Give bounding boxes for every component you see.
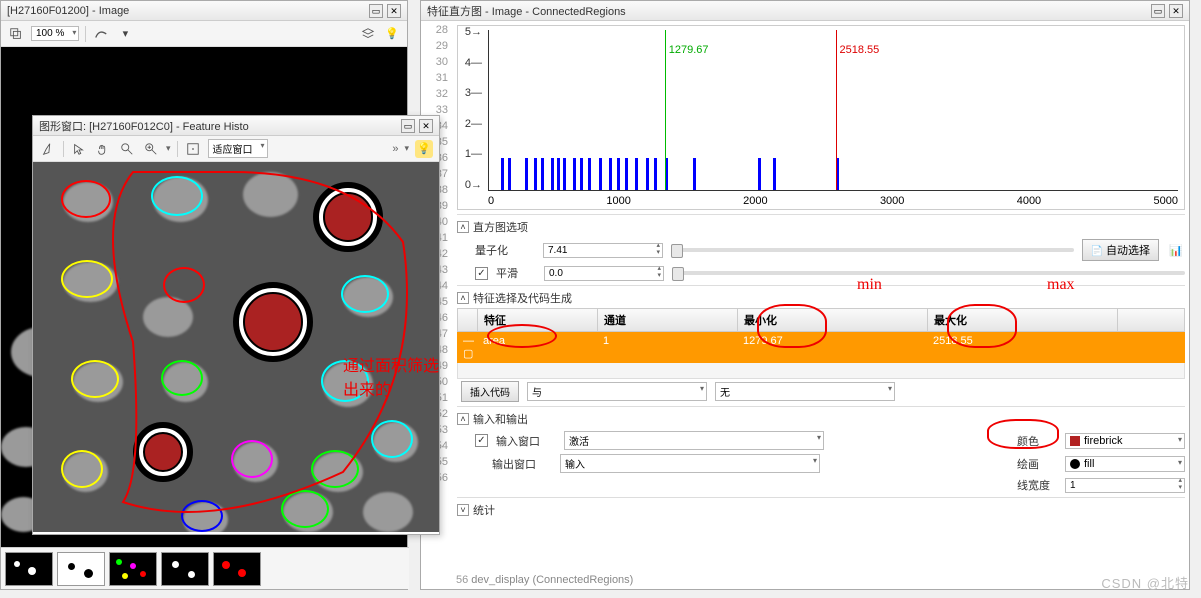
feature-histo-window: 图形窗口: [H27160F012C0] - Feature Histo ▭ ✕… [32,115,440,535]
fit-icon[interactable] [184,140,202,158]
smooth-spinner[interactable]: 0.0 [544,266,664,281]
broom-icon[interactable] [39,140,57,158]
histo-titlebar[interactable]: 图形窗口: [H27160F012C0] - Feature Histo ▭ ✕ [33,116,439,136]
output-dropdown[interactable]: 输入 [560,454,820,473]
zoom-in-icon[interactable] [142,140,160,158]
smooth-label: 平滑 [496,265,536,281]
bulb-icon[interactable]: 💡 [415,140,433,158]
close-icon[interactable]: ✕ [1169,4,1183,18]
none-dropdown[interactable]: 无 [715,382,895,401]
y-axis: 5→4—3—2—1—0→ [462,26,482,191]
chevron-down-icon[interactable]: ▾ [116,25,134,43]
bulb-icon[interactable]: 💡 [383,25,401,43]
more-icon[interactable]: » [392,143,398,155]
pointer-icon[interactable] [70,140,88,158]
watermark: CSDN @北特 [1101,573,1189,592]
insert-code-button[interactable]: 插入代码 [461,381,519,402]
magnify-icon[interactable] [118,140,136,158]
thumbnail-strip [1,547,409,589]
close-icon[interactable]: ✕ [387,4,401,18]
code-line: 56 dev_display (ConnectedRegions) [456,573,633,586]
quantize-label: 量子化 [475,242,535,258]
histo-toolbar: ▾ 适应窗口 » ▾ 💡 [33,136,439,162]
linewidth-spinner[interactable]: 1 [1065,478,1185,493]
collapse-button[interactable]: ˄ [457,292,469,304]
collapse-button[interactable]: ˅ [457,504,469,516]
minimize-icon[interactable]: ▭ [369,4,383,18]
quantize-slider[interactable] [671,248,1074,252]
input-window-checkbox[interactable]: ✓ [475,434,488,447]
draw-label: 绘画 [1017,456,1057,472]
feature-table-row[interactable]: —▢ area 1 1279.67 2518.55 [457,332,1185,363]
histo-image[interactable]: 通过面积筛选出来的 [33,162,439,532]
hand-icon[interactable] [94,140,112,158]
stack-icon[interactable] [359,25,377,43]
section-label: 输入和输出 [473,411,528,427]
feature-histogram-panel: 特征直方图 - Image - ConnectedRegions ▭ ✕ 5→4… [420,0,1190,590]
right-titlebar[interactable]: 特征直方图 - Image - ConnectedRegions ▭ ✕ [421,1,1189,21]
thumbnail[interactable] [213,552,261,586]
collapse-button[interactable]: ˄ [457,221,469,233]
minimize-icon[interactable]: ▭ [1151,4,1165,18]
layers-icon[interactable] [7,25,25,43]
quantize-spinner[interactable]: 7.41 [543,243,663,258]
auto-select-button[interactable]: 📄 自动选择 [1082,239,1159,261]
x-axis: 010002000300040005000 [488,195,1178,207]
logic-dropdown[interactable]: 与 [527,382,707,401]
separator [85,26,86,42]
red-selection-path [33,162,439,532]
thumbnail[interactable] [161,552,209,586]
color-dropdown[interactable]: firebrick [1065,433,1185,449]
close-icon[interactable]: ✕ [419,119,433,133]
feature-table-header: 特征 通道 最小化 最大化 [457,308,1185,332]
fit-dropdown[interactable]: 适应窗口 [208,139,268,158]
thumbnail[interactable] [109,552,157,586]
chart-icon[interactable]: 📊 [1167,241,1185,259]
histogram-chart[interactable]: 5→4—3—2—1—0→ 1279.672518.55 010002000300… [457,25,1185,210]
thumbnail[interactable] [57,552,105,586]
smooth-slider[interactable] [672,271,1185,275]
thumbnail[interactable] [5,552,53,586]
linewidth-label: 线宽度 [1017,477,1057,493]
image-window-title: [H27160F01200] - Image [7,5,365,17]
section-label: 统计 [473,502,495,518]
minimize-icon[interactable]: ▭ [401,119,415,133]
activate-dropdown[interactable]: 激活 [564,431,824,450]
section-label: 直方图选项 [473,219,528,235]
histo-title: 图形窗口: [H27160F012C0] - Feature Histo [39,118,397,134]
color-label: 颜色 [1017,433,1057,449]
image-toolbar: 100 % ▾ 💡 [1,21,407,47]
image-window-titlebar[interactable]: [H27160F01200] - Image ▭ ✕ [1,1,407,21]
input-window-label: 输入窗口 [496,433,556,449]
section-label: 特征选择及代码生成 [473,290,572,306]
zoom-dropdown[interactable]: 100 % [31,26,79,41]
collapse-button[interactable]: ˄ [457,413,469,425]
output-window-label: 输出窗口 [492,456,552,472]
plot-area[interactable]: 1279.672518.55 [488,30,1178,191]
draw-dropdown[interactable]: fill [1065,456,1185,472]
right-title: 特征直方图 - Image - ConnectedRegions [427,3,1147,19]
smooth-checkbox[interactable]: ✓ [475,267,488,280]
curve-icon[interactable] [92,25,110,43]
